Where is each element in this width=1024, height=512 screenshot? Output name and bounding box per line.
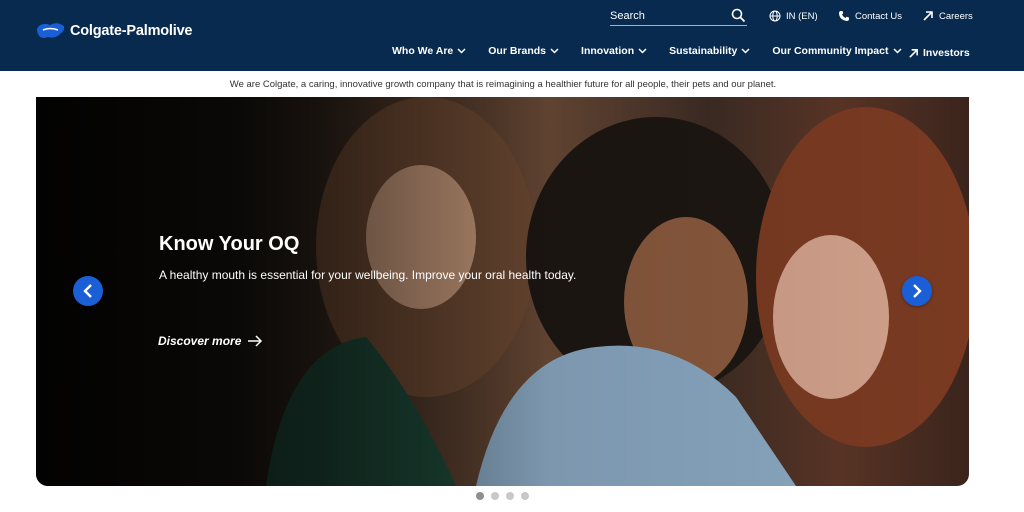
carousel-dot[interactable]: [476, 492, 484, 500]
nav-item-community-impact[interactable]: Our Community Impact: [772, 45, 902, 57]
nav-item-label: Who We Are: [392, 45, 454, 57]
nav-item-sustainability[interactable]: Sustainability: [669, 45, 750, 57]
carousel-prev-button[interactable]: [73, 276, 103, 306]
chevron-down-icon: [638, 48, 647, 54]
chevron-down-icon: [550, 48, 559, 54]
phone-icon: [839, 11, 849, 21]
carousel-dot[interactable]: [491, 492, 499, 500]
colgate-logo-icon: [37, 23, 65, 38]
brand-name: Colgate-Palmolive: [70, 23, 193, 39]
careers-label: Careers: [939, 10, 973, 22]
arrow-right-icon: [248, 335, 263, 347]
brand-logo[interactable]: Colgate-Palmolive: [36, 21, 193, 41]
hero-title: Know Your OQ: [159, 233, 300, 255]
chevron-down-icon: [892, 48, 902, 54]
nav-item-label: Our Brands: [488, 45, 547, 57]
carousel-next-button[interactable]: [902, 276, 932, 306]
nav-item-who-we-are[interactable]: Who We Are: [392, 45, 466, 57]
language-label: IN (EN): [786, 10, 818, 22]
site-header: Colgate-Palmolive IN (EN) Contact Us Car…: [0, 0, 1024, 71]
investors-link[interactable]: Investors: [908, 47, 970, 59]
language-selector[interactable]: IN (EN): [769, 10, 818, 22]
chevron-down-icon: [457, 48, 466, 54]
chevron-left-icon: [83, 284, 92, 298]
carousel-dot[interactable]: [506, 492, 514, 500]
nav-item-label: Sustainability: [669, 45, 738, 57]
arrow-up-right-icon: [909, 48, 918, 58]
contact-link[interactable]: Contact Us: [838, 10, 902, 22]
investors-label: Investors: [923, 47, 970, 59]
carousel-indicators: [476, 492, 529, 500]
nav-item-innovation[interactable]: Innovation: [581, 45, 647, 57]
nav-item-our-brands[interactable]: Our Brands: [488, 45, 559, 57]
main-nav: Who We Are Our Brands Innovation Sustain…: [392, 45, 924, 57]
chevron-down-icon: [741, 48, 750, 54]
carousel-dot[interactable]: [521, 492, 529, 500]
search-input[interactable]: [610, 7, 720, 25]
hero-description: A healthy mouth is essential for your we…: [159, 268, 577, 282]
chevron-right-icon: [913, 284, 922, 298]
hero-carousel: Know Your OQ A healthy mouth is essentia…: [36, 97, 969, 486]
cta-label: Discover more: [158, 334, 242, 348]
discover-more-link[interactable]: Discover more: [158, 334, 263, 348]
careers-link[interactable]: Careers: [922, 10, 973, 22]
arrow-up-right-icon: [923, 11, 933, 21]
contact-label: Contact Us: [855, 10, 902, 22]
search-box[interactable]: [610, 6, 747, 26]
nav-item-label: Innovation: [581, 45, 635, 57]
nav-item-label: Our Community Impact: [772, 45, 889, 57]
tagline: We are Colgate, a caring, innovative gro…: [229, 79, 777, 90]
globe-icon: [769, 10, 781, 22]
hero-overlay: [36, 97, 969, 486]
search-icon[interactable]: [731, 8, 746, 23]
